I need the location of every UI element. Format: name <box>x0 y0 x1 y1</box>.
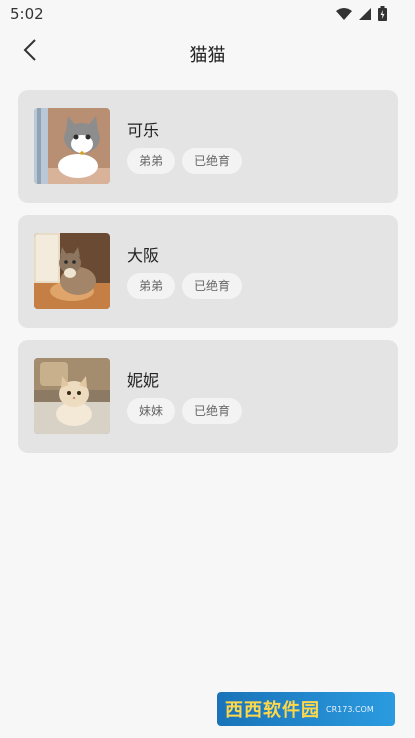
cat-name: 妮妮 <box>127 371 160 390</box>
tag-group: 弟弟 已绝育 <box>127 273 243 299</box>
tag: 已绝育 <box>182 273 243 299</box>
cat-name: 大阪 <box>127 246 160 265</box>
watermark-text: 西西软件园 <box>225 700 320 721</box>
cat-photo <box>34 108 110 184</box>
battery-icon <box>378 6 387 25</box>
tag-group: 妹妹 已绝育 <box>127 398 243 424</box>
cat-card[interactable]: 妮妮 妹妹 已绝育 <box>18 340 398 453</box>
watermark-subtext: CR173.COM <box>326 704 374 714</box>
cat-name: 可乐 <box>127 121 160 140</box>
tag: 已绝育 <box>182 148 243 174</box>
page-title: 猫猫 <box>189 45 226 66</box>
cat-photo <box>34 233 110 309</box>
cat-card[interactable]: 可乐 弟弟 已绝育 <box>18 90 398 203</box>
tag-group: 弟弟 已绝育 <box>127 148 243 174</box>
signal-icon <box>358 6 372 25</box>
cat-card[interactable]: 大阪 弟弟 已绝育 <box>18 215 398 328</box>
wifi-icon <box>336 6 352 25</box>
status-bar: 5:02 <box>0 0 415 28</box>
cat-list: 可乐 弟弟 已绝育 大阪 弟弟 已绝育 妮妮 妹妹 已绝育 <box>18 90 398 465</box>
status-icons <box>336 6 387 25</box>
top-bar: 猫猫 <box>0 28 415 78</box>
watermark-logo: 西西软件园 CR173.COM <box>217 692 395 726</box>
tag: 弟弟 <box>127 148 176 174</box>
tag: 已绝育 <box>182 398 243 424</box>
tag: 弟弟 <box>127 273 176 299</box>
status-time: 5:02 <box>10 5 44 23</box>
tag: 妹妹 <box>127 398 176 424</box>
cat-photo <box>34 358 110 434</box>
